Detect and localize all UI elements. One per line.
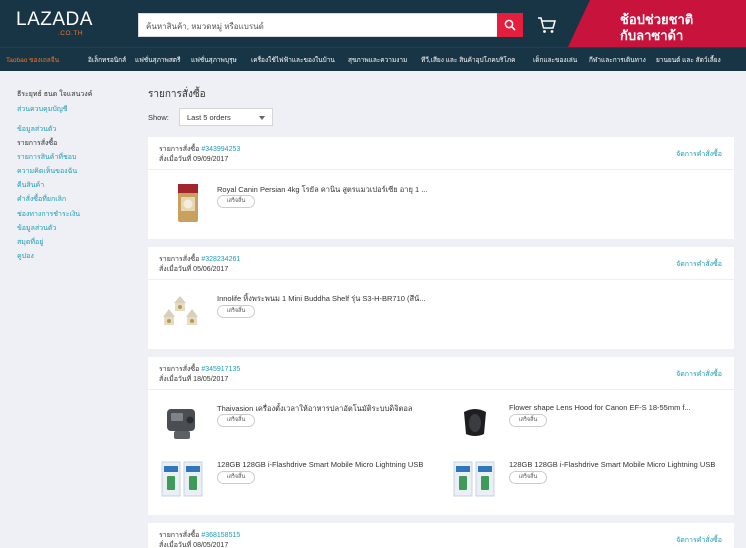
order-item-name[interactable]: Flower shape Lens Hood for Canon EF-S 18…: [509, 403, 691, 412]
order-label: รายการสั่งซื้อ: [159, 146, 200, 153]
show-label: Show:: [148, 113, 169, 122]
promo-subtitle: กับลาซาด้า: [620, 28, 684, 43]
category-kids-toys[interactable]: เด็กและของเล่น: [533, 55, 577, 65]
category-health-beauty[interactable]: สุขภาพและความงาม: [348, 55, 407, 65]
sidebar-item-payment[interactable]: ช่องทางการชำระเงิน: [17, 209, 80, 220]
category-home-appliances[interactable]: เครื่องใช้ไฟฟ้าและของในบ้าน: [251, 55, 335, 65]
order-date: สั่งเมื่อวันที่ 18/05/2017: [159, 376, 229, 383]
order-number-link[interactable]: #343994253: [201, 146, 240, 153]
item-status-button[interactable]: เสร็จสิ้น: [217, 195, 255, 208]
order-filter-value: Last 5 orders: [187, 113, 231, 122]
order-date: สั่งเมื่อวันที่ 08/05/2017: [159, 542, 229, 548]
promo-banner[interactable]: ช้อปช่วยชาติ กับลาซาด้า: [568, 0, 746, 47]
search-button[interactable]: [497, 13, 523, 37]
sidebar-item-personal-info[interactable]: ข้อมูลส่วนตัว: [17, 223, 56, 234]
sidebar-item-orders[interactable]: รายการสั่งซื้อ: [17, 138, 57, 149]
order-filter-select[interactable]: Last 5 orders: [179, 108, 273, 126]
lazada-logo[interactable]: LAZADA: [16, 9, 93, 31]
order-header: รายการสั่งซื้อ #328234261 สั่งเมื่อวันที…: [148, 247, 734, 280]
search-bar[interactable]: ค้นหาสินค้า, หมวดหมู่ หรือแบรนด์: [138, 13, 497, 37]
account-username: ธีระยุทธ์ ธนด ใจแสนวงค์: [17, 91, 93, 98]
flashdrive-icon[interactable]: [450, 458, 498, 502]
promo-divider: [568, 0, 590, 47]
order-card: รายการสั่งซื้อ #328234261 สั่งเมื่อวันที…: [148, 247, 734, 349]
category-electronics[interactable]: อิเล็กทรอนิกส์: [88, 55, 126, 65]
order-header: รายการสั่งซื้อ #345917135 สั่งเมื่อวันที…: [148, 357, 734, 390]
search-icon: [504, 19, 516, 31]
item-status-button[interactable]: เสร็จสิ้น: [217, 471, 255, 484]
order-item-name[interactable]: 128GB 128GB i-Flashdrive Smart Mobile Mi…: [509, 460, 721, 469]
fish-feeder-icon[interactable]: [162, 400, 204, 444]
sidebar-item-account[interactable]: ส่วนควบคุมบัญชี: [17, 104, 68, 115]
manage-order-link[interactable]: จัดการคำสั่งซื้อ: [676, 369, 722, 380]
order-label: รายการสั่งซื้อ: [159, 366, 200, 373]
category-sports-travel[interactable]: กีฬาและการเดินทาง: [589, 55, 646, 65]
order-item-name[interactable]: 128GB 128GB i-Flashdrive Smart Mobile Mi…: [217, 460, 429, 469]
sidebar-item-returns[interactable]: คืนสินค้า: [17, 180, 44, 191]
order-date: สั่งเมื่อวันที่ 05/06/2017: [159, 266, 229, 273]
item-status-button[interactable]: เสร็จสิ้น: [217, 305, 255, 318]
search-input[interactable]: ค้นหาสินค้า, หมวดหมู่ หรือแบรนด์: [146, 20, 486, 33]
order-label: รายการสั่งซื้อ: [159, 532, 200, 539]
order-date: สั่งเมื่อวันที่ 09/09/2017: [159, 156, 229, 163]
order-card: รายการสั่งซื้อ #345917135 สั่งเมื่อวันที…: [148, 357, 734, 515]
sidebar-item-coupons[interactable]: คูปอง: [17, 251, 34, 262]
order-header: รายการสั่งซื้อ #343994253 สั่งเมื่อวันที…: [148, 137, 734, 170]
order-card: รายการสั่งซื้อ #368158515 สั่งเมื่อวันที…: [148, 523, 734, 548]
category-tv-audio[interactable]: ทีวี,เสียง และ สินค้าอุปโภคบริโภค: [421, 55, 516, 65]
order-label: รายการสั่งซื้อ: [159, 256, 200, 263]
item-status-button[interactable]: เสร็จสิ้น: [217, 414, 255, 427]
manage-order-link[interactable]: จัดการคำสั่งซื้อ: [676, 535, 722, 546]
order-card: รายการสั่งซื้อ #343994253 สั่งเมื่อวันที…: [148, 137, 734, 239]
item-status-button[interactable]: เสร็จสิ้น: [509, 471, 547, 484]
cat-food-bag-icon[interactable]: [169, 181, 207, 225]
item-status-button[interactable]: เสร็จสิ้น: [509, 414, 547, 427]
sidebar-item-reviews[interactable]: ความคิดเห็นของฉัน: [17, 166, 77, 177]
order-item-name[interactable]: Innolife หิ้งพระพนม 1 Mini Buddha Shelf …: [217, 293, 429, 305]
category-taobao[interactable]: Taobao ของเถลจีน: [6, 55, 59, 65]
sidebar-item-address-book[interactable]: สมุดที่อยู่: [17, 237, 43, 248]
sidebar-item-cancellations[interactable]: คำสั่งซื้อที่ยกเลิก: [17, 194, 66, 205]
lens-hood-icon[interactable]: [454, 400, 496, 444]
buddha-shelf-icon[interactable]: [160, 291, 204, 335]
top-header: LAZADA .CO.TH ค้นหาสินค้า, หมวดหมู่ หรือ…: [0, 0, 746, 47]
chevron-down-icon: [259, 116, 265, 120]
sidebar-item-wishlist[interactable]: รายการสินค้าที่ชอบ: [17, 152, 76, 163]
order-number-link[interactable]: #345917135: [201, 366, 240, 373]
category-men-fashion[interactable]: แฟชั่นสุภาพบุรุษ: [191, 55, 237, 65]
category-bar: Taobao ของเถลจีน อิเล็กทรอนิกส์ แฟชั่นสุ…: [0, 47, 746, 71]
order-header: รายการสั่งซื้อ #368158515 สั่งเมื่อวันที…: [148, 523, 734, 548]
cart-icon[interactable]: [537, 15, 557, 35]
flashdrive-icon[interactable]: [158, 458, 206, 502]
page-title: รายการสั่งซื้อ: [148, 89, 206, 100]
manage-order-link[interactable]: จัดการคำสั่งซื้อ: [676, 149, 722, 160]
sidebar-item-profile[interactable]: ข้อมูลส่วนตัว: [17, 124, 56, 135]
order-number-link[interactable]: #368158515: [201, 532, 240, 539]
category-women-fashion[interactable]: แฟชั่นสุภาพสตรี: [135, 55, 181, 65]
category-auto-pets[interactable]: ยานยนต์ และ สัตว์เลี้ยง: [656, 55, 721, 65]
logo-domain: .CO.TH: [58, 30, 84, 37]
manage-order-link[interactable]: จัดการคำสั่งซื้อ: [676, 259, 722, 270]
order-number-link[interactable]: #328234261: [201, 256, 240, 263]
